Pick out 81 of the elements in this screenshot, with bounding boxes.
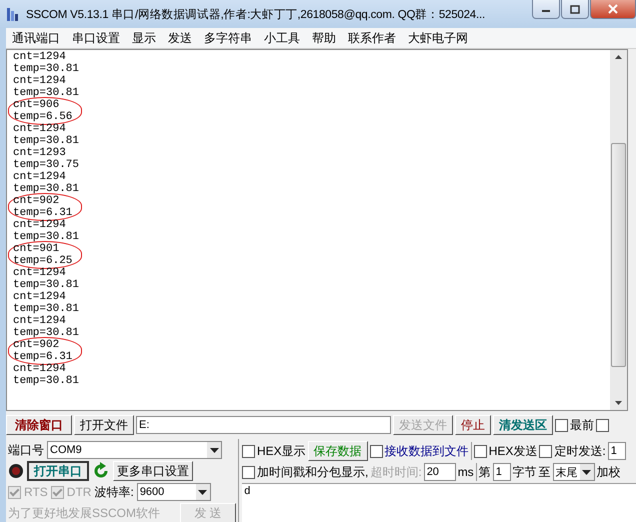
log-line: cnt=1294 bbox=[13, 123, 67, 135]
log-line: cnt=1294 bbox=[13, 51, 67, 63]
log-line: cnt=906 bbox=[13, 99, 60, 111]
log-line: cnt=1294 bbox=[13, 363, 67, 375]
refresh-icon[interactable] bbox=[92, 462, 110, 480]
maximize-icon bbox=[570, 4, 580, 14]
log-line: cnt=1293 bbox=[13, 147, 67, 159]
close-icon bbox=[608, 4, 618, 14]
checkbox[interactable] bbox=[474, 444, 487, 458]
dropdown-arrow-icon bbox=[210, 448, 218, 452]
timeout-field[interactable]: 20 bbox=[424, 463, 456, 481]
scroll-thumb[interactable] bbox=[611, 143, 626, 367]
checkbox-label: 定时发送: bbox=[554, 442, 606, 460]
checkbox[interactable] bbox=[242, 444, 255, 458]
menu-item[interactable]: 大虾电子网 bbox=[402, 30, 474, 46]
dropdown-arrow-icon bbox=[198, 490, 208, 494]
menu-item[interactable]: 通讯端口 bbox=[6, 30, 66, 46]
log-line: cnt=902 bbox=[13, 339, 60, 351]
file-path-field[interactable]: E: bbox=[136, 416, 391, 434]
menu-item[interactable]: 显示 bbox=[126, 30, 162, 46]
log-line: temp=6.25 bbox=[13, 255, 74, 267]
checkbox[interactable] bbox=[539, 444, 552, 458]
scroll-up-icon bbox=[614, 54, 623, 60]
checkbox-label: DTR bbox=[66, 485, 92, 499]
interval-field[interactable]: 1 bbox=[608, 442, 626, 460]
byte-to-label: 至 bbox=[538, 464, 551, 480]
checkbox[interactable] bbox=[370, 444, 383, 458]
menu-item[interactable]: 串口设置 bbox=[66, 30, 126, 46]
byte-from-label: 第 bbox=[478, 464, 491, 480]
more-settings-button[interactable]: 更多串口设置 bbox=[113, 461, 193, 481]
maximize-button[interactable] bbox=[561, 0, 589, 19]
byte-from-field[interactable]: 1 bbox=[492, 463, 511, 481]
app-icon bbox=[6, 6, 20, 22]
save-data-button[interactable]: 保存数据 bbox=[308, 441, 368, 461]
log-line: cnt=901 bbox=[13, 243, 60, 255]
window-title: SSCOM V5.13.1 串口/网络数据调试器,作者:大虾丁丁,2618058@qq.com. QQ群：525024... bbox=[26, 8, 486, 22]
clear-window-button[interactable]: 清除窗口 bbox=[6, 415, 72, 435]
log-line: cnt=1294 bbox=[13, 315, 67, 327]
checkbox[interactable] bbox=[555, 418, 568, 432]
checkbox-label: HEX显示 bbox=[257, 442, 306, 460]
checkbox-label: 最前 bbox=[570, 416, 594, 434]
unit-label: ms bbox=[458, 465, 474, 479]
clear-send-button[interactable]: 清发送区 bbox=[493, 415, 553, 435]
close-button[interactable] bbox=[590, 0, 636, 19]
log-line: cnt=1294 bbox=[13, 75, 67, 87]
menu-item[interactable]: 发送 bbox=[162, 30, 198, 46]
byte-to-dropdown[interactable]: 末尾 bbox=[552, 463, 595, 481]
checkbox-label: 接收数据到文件 bbox=[384, 442, 469, 460]
dropdown-arrow-icon bbox=[582, 470, 592, 474]
menu-item[interactable]: 联系作者 bbox=[342, 30, 402, 46]
checkbox[interactable] bbox=[242, 466, 255, 478]
unit-label: 字节 bbox=[512, 464, 537, 480]
menu-item[interactable]: 小工具 bbox=[258, 30, 306, 46]
log-line: cnt=902 bbox=[13, 195, 60, 207]
scrollbar[interactable] bbox=[610, 50, 627, 410]
stop-button[interactable]: 停止 bbox=[455, 415, 491, 435]
baud-dropdown[interactable]: 9600 bbox=[136, 483, 211, 501]
timeout-label: 超时时间: bbox=[370, 464, 422, 480]
baud-label: 波特率: bbox=[94, 484, 134, 500]
checkbox-label: HEX发送 bbox=[488, 442, 538, 460]
log-line: temp=6.56 bbox=[13, 111, 74, 123]
port-label: 端口号 bbox=[8, 442, 44, 458]
open-file-button[interactable]: 打开文件 bbox=[74, 415, 134, 435]
log-line: cnt=1294 bbox=[13, 171, 67, 183]
checkbox-label: 加时间戳和分包显示, bbox=[257, 464, 368, 480]
checkbox-label: RTS bbox=[24, 485, 48, 499]
log-line: cnt=1294 bbox=[13, 291, 67, 303]
checksum-label: 加校 bbox=[596, 464, 621, 480]
open-port-button[interactable]: 打开串口 bbox=[27, 461, 89, 481]
minimize-button[interactable] bbox=[532, 0, 560, 19]
send-text-area[interactable]: d bbox=[242, 483, 636, 522]
port-dropdown[interactable]: COM9 bbox=[47, 441, 222, 459]
log-line: cnt=1294 bbox=[13, 219, 67, 231]
log-line: cnt=1294 bbox=[13, 267, 67, 279]
log-line: temp=6.31 bbox=[13, 207, 74, 219]
checkbox[interactable] bbox=[596, 418, 609, 432]
log-line: temp=6.31 bbox=[13, 351, 74, 363]
scroll-down-icon bbox=[614, 400, 623, 406]
notice-text: 为了更好地发展SSCOM软件 bbox=[8, 504, 162, 522]
menu-item[interactable]: 多字符串 bbox=[198, 30, 258, 46]
menu-item[interactable]: 帮助 bbox=[306, 30, 342, 46]
